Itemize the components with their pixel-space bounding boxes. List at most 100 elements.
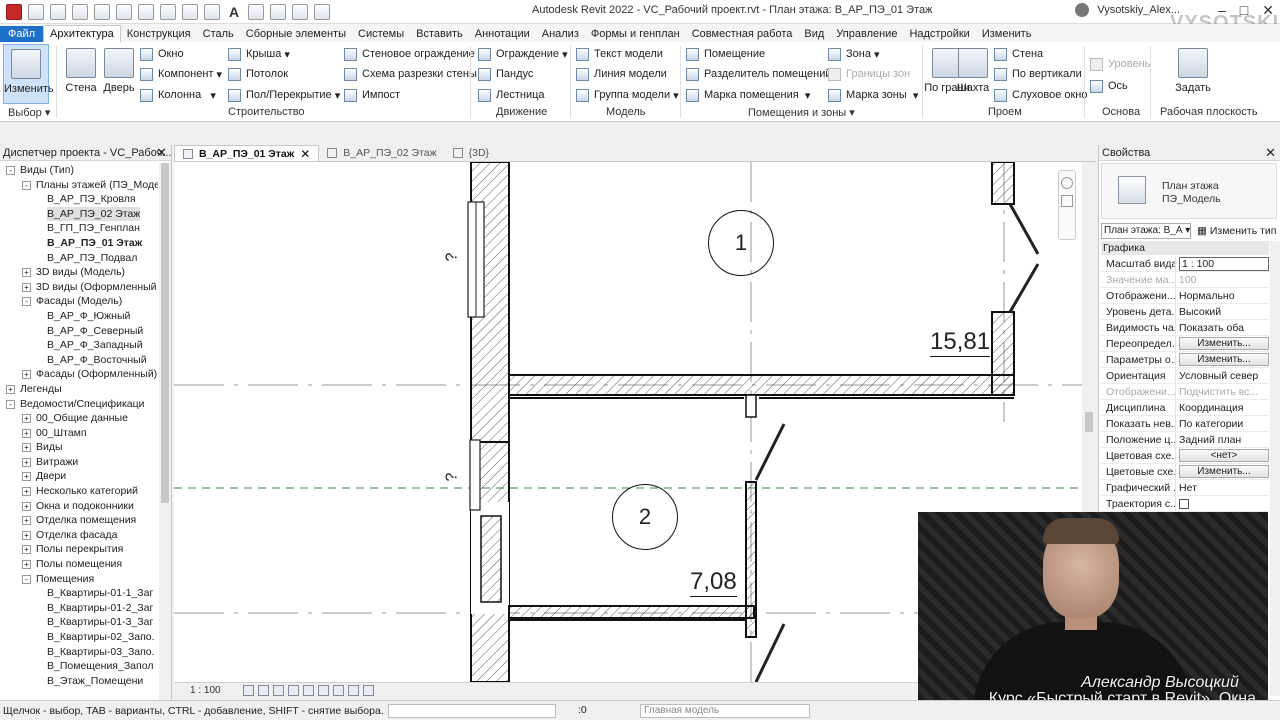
area-button[interactable]: Зона ▾ bbox=[828, 45, 880, 63]
tab-view[interactable]: Вид bbox=[798, 26, 830, 42]
curtain-grid-button[interactable]: Схема разрезки стены bbox=[344, 65, 477, 83]
tree-item[interactable]: + Двери bbox=[0, 469, 158, 484]
expand-icon[interactable]: + bbox=[22, 530, 31, 540]
tag-icon[interactable] bbox=[204, 3, 220, 20]
view-tab-level-1[interactable]: В_АР_ПЭ_01 Этаж ✕ bbox=[174, 145, 320, 161]
mullion-button[interactable]: Импост bbox=[344, 86, 400, 104]
tree-item[interactable]: - Помещения bbox=[0, 572, 158, 587]
text-icon[interactable]: A bbox=[226, 4, 242, 20]
property-row[interactable]: Переопредел... Изменить... bbox=[1101, 336, 1269, 352]
tree-item[interactable]: +00_Штамп bbox=[0, 426, 158, 441]
window-button[interactable]: Окно bbox=[140, 45, 184, 63]
tree-item[interactable]: + Полы помещения bbox=[0, 557, 158, 572]
property-row[interactable]: Цветовая схе... <нет> bbox=[1101, 448, 1269, 464]
tab-massing[interactable]: Формы и генплан bbox=[585, 26, 686, 42]
property-row[interactable]: Дисциплина Координация bbox=[1101, 400, 1269, 416]
expand-icon[interactable]: + bbox=[22, 457, 31, 467]
room-tag-button[interactable]: Марка помещения ▾ bbox=[686, 86, 810, 104]
roof-button[interactable]: Крыша ▾ bbox=[228, 45, 290, 63]
select-panel-label[interactable]: Выбор ▾ bbox=[8, 106, 50, 119]
room-area-1[interactable]: 15,81 bbox=[930, 328, 991, 357]
expand-icon[interactable]: + bbox=[22, 501, 31, 511]
tree-item[interactable]: В_АР_ПЭ_02 Этаж bbox=[0, 206, 158, 222]
close-icon[interactable]: ✕ bbox=[300, 147, 310, 161]
grid-button[interactable]: Ось bbox=[1090, 77, 1128, 95]
tab-structure[interactable]: Конструкция bbox=[121, 26, 197, 42]
tree-item[interactable]: В_АР_Ф_Южный bbox=[0, 309, 158, 324]
3d-view-icon[interactable] bbox=[248, 3, 264, 20]
design-option-select[interactable]: Главная модель bbox=[640, 704, 810, 718]
tree-item[interactable]: В_АР_Ф_Восточный bbox=[0, 353, 158, 368]
collapse-icon[interactable]: - bbox=[22, 297, 31, 307]
model-line-button[interactable]: Линия модели bbox=[576, 65, 667, 83]
window-tag[interactable]: ? bbox=[443, 253, 461, 262]
room-number-2[interactable]: 2 bbox=[612, 484, 678, 550]
edit-type-button[interactable]: ▦ Изменить тип bbox=[1197, 225, 1276, 237]
room-separator-button[interactable]: Разделитель помещений bbox=[686, 65, 832, 83]
tab-file[interactable]: Файл bbox=[0, 26, 44, 42]
tree-item[interactable]: В_Квартиры-01-2_Заг bbox=[0, 601, 158, 616]
tree-item[interactable]: +00_Общие данные bbox=[0, 411, 158, 426]
expand-icon[interactable]: + bbox=[22, 428, 31, 438]
property-row[interactable]: Ориентация Условный север bbox=[1101, 368, 1269, 384]
expand-icon[interactable]: + bbox=[22, 443, 31, 453]
property-row[interactable]: Масштаб вида 1 : 100 bbox=[1101, 256, 1269, 272]
user-name[interactable]: Vysotskiy_Alex... bbox=[1097, 4, 1180, 16]
tab-precast[interactable]: Сборные элементы bbox=[240, 26, 352, 42]
room-area-panel-label[interactable]: Помещения и зоны ▾ bbox=[748, 106, 855, 119]
detail-level-icon[interactable] bbox=[242, 685, 254, 696]
tree-item[interactable]: - Фасады (Модель) bbox=[0, 294, 158, 309]
section-icon[interactable] bbox=[270, 3, 286, 20]
ceiling-button[interactable]: Потолок bbox=[228, 65, 288, 83]
view-tab-level-2[interactable]: В_АР_ПЭ_02 Этаж bbox=[319, 145, 444, 161]
zoom-icon[interactable] bbox=[1061, 195, 1073, 207]
expand-icon[interactable]: + bbox=[6, 384, 15, 394]
property-row[interactable]: Отображени... Подчистить вс... bbox=[1101, 384, 1269, 400]
wall-opening-button[interactable]: Стена bbox=[994, 45, 1043, 63]
property-edit-button[interactable]: Изменить... bbox=[1175, 336, 1269, 351]
collapse-icon[interactable]: - bbox=[22, 180, 31, 190]
door-button[interactable]: Дверь bbox=[96, 44, 142, 104]
collapse-icon[interactable]: - bbox=[6, 399, 15, 409]
crop-view-icon[interactable] bbox=[302, 685, 314, 696]
property-row[interactable]: Уровень дета... Высокий bbox=[1101, 304, 1269, 320]
tree-item[interactable]: В_Помещения_Запол bbox=[0, 659, 158, 674]
railing-button[interactable]: Ограждение ▾ bbox=[478, 45, 568, 63]
expand-icon[interactable]: + bbox=[22, 560, 31, 570]
properties-scrollbar[interactable] bbox=[1270, 241, 1280, 696]
tab-analyze[interactable]: Анализ bbox=[536, 26, 585, 42]
collapse-icon[interactable]: - bbox=[22, 574, 31, 584]
window-tag[interactable]: ? bbox=[443, 473, 461, 482]
tree-item[interactable]: В_Квартиры-01-3_Заг bbox=[0, 615, 158, 630]
tree-item[interactable]: + Отделка помещения bbox=[0, 513, 158, 528]
navigation-bar[interactable] bbox=[1058, 170, 1076, 240]
modify-button[interactable]: Изменить bbox=[3, 44, 54, 104]
visual-style-icon[interactable] bbox=[257, 685, 269, 696]
expand-icon[interactable]: + bbox=[22, 282, 31, 292]
tree-item[interactable]: + Фасады (Оформленный) bbox=[0, 367, 158, 382]
area-boundary-button[interactable]: Границы зон bbox=[828, 65, 910, 83]
property-edit-button[interactable]: <нет> bbox=[1175, 448, 1269, 463]
tab-addins[interactable]: Надстройки bbox=[903, 26, 975, 42]
tree-item[interactable]: + Окна и подоконники bbox=[0, 499, 158, 514]
tab-steel[interactable]: Сталь bbox=[197, 26, 240, 42]
room-area-2[interactable]: 7,08 bbox=[690, 568, 737, 597]
tree-item[interactable]: - Ведомости/Спецификаци bbox=[0, 397, 158, 412]
ramp-button[interactable]: Пандус bbox=[478, 65, 533, 83]
column-button[interactable]: Колонна ▾ bbox=[140, 86, 216, 104]
property-checkbox[interactable] bbox=[1175, 496, 1269, 511]
view-scale[interactable]: 1 : 100 bbox=[190, 685, 221, 696]
property-row[interactable]: Значение ма... 100 bbox=[1101, 272, 1269, 288]
redo-icon[interactable] bbox=[116, 3, 132, 20]
dormer-button[interactable]: Слуховое окно bbox=[994, 86, 1088, 104]
stair-button[interactable]: Лестница bbox=[478, 86, 545, 104]
tree-item[interactable]: +3D виды (Модель) bbox=[0, 265, 158, 280]
tree-item[interactable]: В_Квартиры-01-1_Заг bbox=[0, 586, 158, 601]
save-icon[interactable] bbox=[50, 3, 66, 20]
tree-item[interactable]: В_АР_ПЭ_01 Этаж bbox=[0, 236, 158, 251]
tree-item[interactable]: В_Квартиры-02_Запо. bbox=[0, 630, 158, 645]
tab-collaborate[interactable]: Совместная работа bbox=[686, 26, 799, 42]
tree-item[interactable]: - Планы этажей (ПЭ_Моде bbox=[0, 178, 158, 193]
dimension-icon[interactable] bbox=[182, 3, 198, 20]
tree-item[interactable]: + Виды bbox=[0, 440, 158, 455]
